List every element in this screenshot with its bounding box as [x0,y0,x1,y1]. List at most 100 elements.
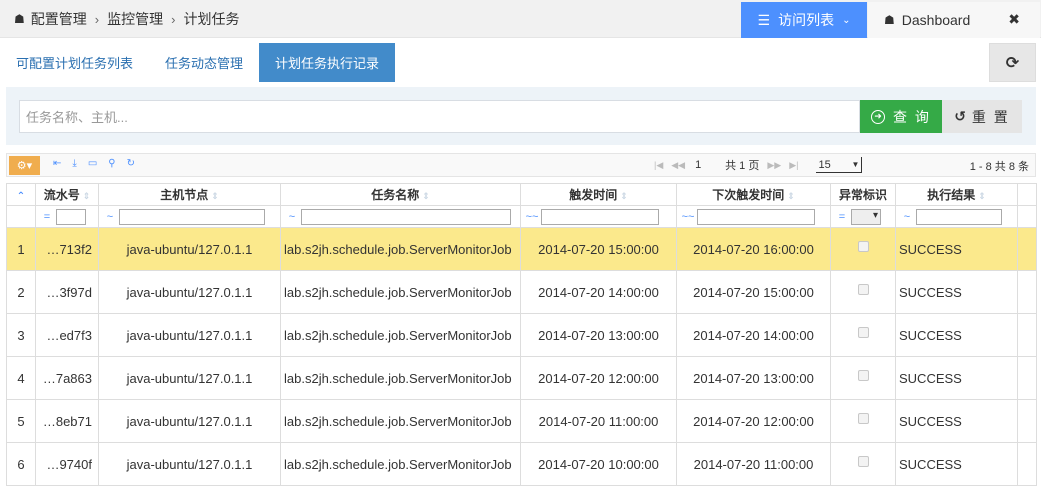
filter-host: ~ [98,205,281,228]
cell-serial: …3f97d [35,270,99,314]
cell-host: java-ubuntu/127.0.1.1 [98,356,281,400]
sort-icon: ⇕ [978,191,986,201]
table-row[interactable]: 3 …ed7f3 java-ubuntu/127.0.1.1 lab.s2jh.… [6,313,1037,357]
filter-result-input[interactable] [916,208,1002,225]
cell-next-fire-time: 2014-07-20 15:00:00 [676,270,831,314]
prev-page-icon[interactable]: ◀◀ [671,160,685,171]
exception-checkbox [857,455,869,467]
tab-bar: 可配置计划任务列表 任务动态管理 计划任务执行记录 [0,43,396,82]
cell-host: java-ubuntu/127.0.1.1 [98,227,281,271]
tab-job-execution-log[interactable]: 计划任务执行记录 [259,43,396,82]
tab-job-dynamic-management[interactable]: 任务动态管理 [149,43,259,82]
cell-fire-time: 2014-07-20 13:00:00 [520,313,677,357]
breadcrumb-item[interactable]: 计划任务 [183,9,239,29]
table-row[interactable]: 6 …9740f java-ubuntu/127.0.1.1 lab.s2jh.… [6,442,1037,486]
column-header-fire-time[interactable]: 触发时间 ⇕ [520,183,677,206]
dashboard-label: Dashboard [901,12,971,28]
cell-fire-time: 2014-07-20 11:00:00 [520,399,677,443]
cell-job-name: lab.s2jh.schedule.job.ServerMonitorJob [280,442,521,486]
refresh-icon[interactable]: ↻ [127,158,135,169]
arrow-circle-right-icon: ➜ [871,109,886,124]
scrollbar-filter [1017,205,1037,228]
expand-header[interactable]: ⌃ [6,183,36,206]
dropdown-arrow-icon: ▼ [851,160,860,169]
sort-icon: ⇕ [787,191,795,201]
scrollbar-cell [1017,270,1037,314]
cell-next-fire-time: 2014-07-20 13:00:00 [676,356,831,400]
download-icon[interactable]: ⤓ [72,158,76,169]
exception-checkbox [857,412,869,424]
last-page-icon[interactable]: ▶| [789,160,798,171]
search-panel: 任务名称、主机... ➜ 查 询 ↺ 重 置 [6,87,1036,145]
page-size-select[interactable]: 15 ▼ [816,157,863,173]
table-row[interactable]: 2 …3f97d java-ubuntu/127.0.1.1 lab.s2jh.… [6,270,1037,314]
cell-fire-time: 2014-07-20 14:00:00 [520,270,677,314]
cell-fire-time: 2014-07-20 12:00:00 [520,356,677,400]
page-input[interactable]: 1 [693,157,717,173]
cell-job-name: lab.s2jh.schedule.job.ServerMonitorJob [280,313,521,357]
top-bar: ☗ 配置管理 › 监控管理 › 计划任务 ☰ 访问列表 ⌄ ☗ Dashboar… [0,0,1041,38]
cell-fire-time: 2014-07-20 10:00:00 [520,442,677,486]
row-number: 6 [6,442,36,486]
filter-exception-select[interactable] [851,208,881,225]
table-row[interactable]: 4 …7a863 java-ubuntu/127.0.1.1 lab.s2jh.… [6,356,1037,400]
sort-icon: ⇕ [620,191,628,201]
dashboard-tab[interactable]: ☗ Dashboard ✖ [868,2,1040,38]
filter-fire-time-input[interactable] [541,208,659,225]
filter-exception-flag: = [830,205,896,228]
close-icon[interactable]: ✖ [1008,11,1020,28]
breadcrumb-item[interactable]: 监控管理 [107,9,163,29]
cell-exception-flag [830,227,896,271]
chevron-right-icon: › [171,11,176,27]
visit-list-button[interactable]: ☰ 访问列表 ⌄ [741,2,867,38]
tag-icon[interactable]: ▭ [88,158,97,169]
execution-log-table: ⌃ 流水号 ⇕ 主机节点 ⇕ 任务名称 ⇕ 触发时间 ⇕ 下次触发时间 ⇕ 异常标识 执行… [6,183,1037,486]
chevron-down-icon: ⌄ [842,14,851,26]
search-icon[interactable]: ⚲ [108,158,115,169]
filter-host-input[interactable] [119,208,265,225]
page-size-value: 15 [818,158,831,171]
column-header-result[interactable]: 执行结果 ⇕ [895,183,1018,206]
scrollbar-cell [1017,356,1037,400]
cell-result: SUCCESS [895,356,1018,400]
cell-exception-flag [830,442,896,486]
reset-button[interactable]: ↺ 重 置 [942,100,1022,133]
tab-job-config-list[interactable]: 可配置计划任务列表 [0,43,149,82]
cell-serial: …ed7f3 [35,313,99,357]
search-input[interactable]: 任务名称、主机... [19,100,860,133]
cell-exception-flag [830,270,896,314]
cell-serial: …713f2 [35,227,99,271]
grid-tool-icons: ⇤ ⤓ ▭ ⚲ ↻ [53,158,135,169]
column-header-next-fire-time[interactable]: 下次触发时间 ⇕ [676,183,831,206]
filter-serial-input[interactable] [56,208,86,225]
row-number: 5 [6,399,36,443]
next-page-icon[interactable]: ▶▶ [767,160,781,171]
pager: |◀ ◀◀ 1 共 1 页 ▶▶ ▶| 15 ▼ [654,157,863,173]
table-row[interactable]: 5 …8eb71 java-ubuntu/127.0.1.1 lab.s2jh.… [6,399,1037,443]
grid-toolbar: ⚙▾ ⇤ ⤓ ▭ ⚲ ↻ |◀ ◀◀ 1 共 1 页 ▶▶ ▶| 15 ▼ 1 -… [6,153,1036,177]
query-button[interactable]: ➜ 查 询 [860,100,942,133]
breadcrumb-item[interactable]: 配置管理 [31,9,87,29]
filter-next-fire-time: ~~ [676,205,831,228]
filter-next-fire-time-input[interactable] [697,208,815,225]
cell-result: SUCCESS [895,227,1018,271]
sort-icon: ⇕ [82,191,91,201]
undo-icon: ↺ [954,108,966,124]
breadcrumb: ☗ 配置管理 › 监控管理 › 计划任务 [14,0,239,38]
grid-settings-button[interactable]: ⚙▾ [9,156,40,175]
filter-cell-empty [6,205,36,228]
table-row[interactable]: 1 …713f2 java-ubuntu/127.0.1.1 lab.s2jh.… [6,227,1037,271]
cell-host: java-ubuntu/127.0.1.1 [98,442,281,486]
column-header-job-name[interactable]: 任务名称 ⇕ [280,183,521,206]
first-column-icon[interactable]: ⇤ [53,158,61,169]
cell-result: SUCCESS [895,442,1018,486]
filter-job-name: ~ [280,205,521,228]
column-header-exception-flag[interactable]: 异常标识 [830,183,896,206]
refresh-button[interactable]: ⟳ [989,43,1036,82]
first-page-icon[interactable]: |◀ [654,160,663,171]
filter-result: ~ [895,205,1018,228]
column-header-serial[interactable]: 流水号 ⇕ [35,183,99,206]
filter-job-name-input[interactable] [301,208,511,225]
column-header-host[interactable]: 主机节点 ⇕ [98,183,281,206]
cell-next-fire-time: 2014-07-20 11:00:00 [676,442,831,486]
